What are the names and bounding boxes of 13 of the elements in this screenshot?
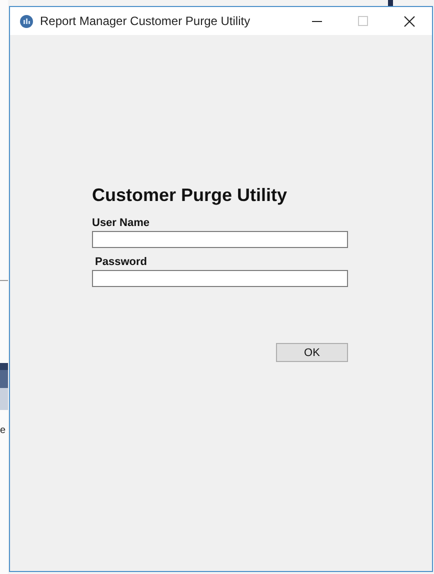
window-title: Report Manager Customer Purge Utility [40,14,252,28]
field-label: User Name [92,217,150,229]
input-field[interactable] [92,270,348,287]
background-text: e [0,425,6,436]
background-window-edge [388,0,393,6]
input-field[interactable] [92,231,348,248]
background-header-bar [0,363,8,370]
ok-button[interactable]: OK [276,343,348,362]
close-icon [404,16,414,26]
app-icon [20,14,33,28]
form-heading: Customer Purge Utility [92,185,288,206]
maximize-icon [358,16,368,26]
field-label: Password [95,256,148,268]
